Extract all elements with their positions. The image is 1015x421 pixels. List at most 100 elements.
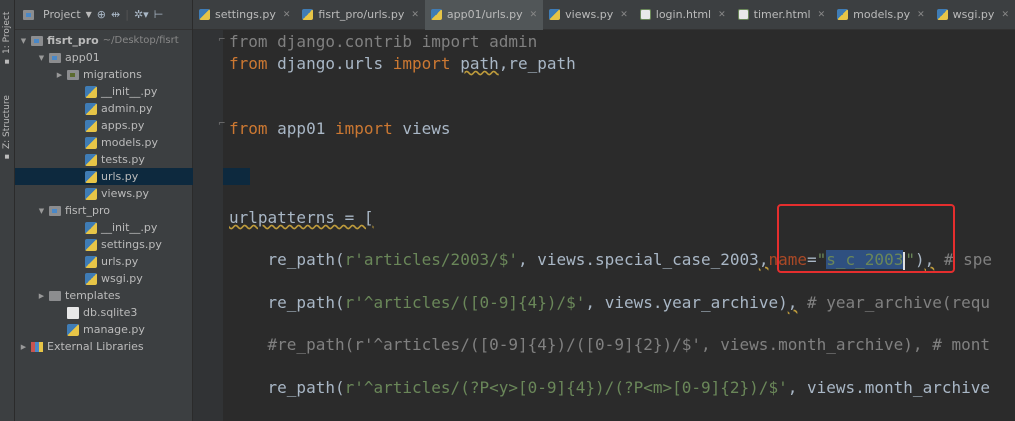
close-icon[interactable]: ✕ — [1001, 10, 1009, 20]
code-token: ,re_path — [498, 54, 576, 73]
code-line: from app01 import views — [229, 117, 451, 141]
structure-icon: ▪ — [2, 151, 12, 161]
python-file-icon — [936, 9, 948, 20]
globe-icon[interactable]: ⊕ — [97, 8, 106, 21]
tree-item-label: urls.py — [101, 170, 139, 183]
editor-tab[interactable]: wsgi.py ✕ — [931, 0, 1015, 30]
close-icon[interactable]: ✕ — [818, 10, 826, 20]
structure-tool-tab[interactable]: ▪ Z: Structure — [0, 92, 14, 164]
python-file-icon — [85, 119, 97, 132]
editor-tab[interactable]: views.py ✕ — [543, 0, 634, 30]
code-line: #re_path(r'^articles/([0-9]{4})/([0-9]{2… — [229, 333, 990, 357]
tree-item-label: settings.py — [101, 238, 162, 251]
code-token: app01 — [267, 119, 335, 138]
split-icon[interactable]: ⇹ — [111, 8, 120, 21]
python-file-icon — [302, 9, 314, 20]
tree-item-label: views.py — [101, 187, 150, 200]
tree-item-label: wsgi.py — [101, 272, 143, 285]
code-token: re_path( — [229, 250, 345, 269]
python-file-icon — [85, 238, 97, 251]
editor-tab-label: app01/urls.py — [446, 8, 523, 21]
editor-tab-label: wsgi.py — [952, 8, 995, 21]
close-icon[interactable]: ✕ — [411, 10, 419, 20]
editor-tab-label: fisrt_pro/urls.py — [318, 8, 405, 21]
collapsed-arrow-icon[interactable]: ▶ — [55, 71, 64, 79]
html-file-icon — [639, 9, 651, 20]
code-line: urlpatterns = [ — [229, 206, 374, 230]
tree-item-label: app01 — [65, 51, 100, 64]
code-token: re_path( — [229, 378, 345, 397]
library-icon — [31, 341, 43, 352]
project-tool-tab[interactable]: ▪ 1: Project — [0, 6, 14, 72]
code-token: from — [229, 54, 268, 73]
project-toolbar: Project ▼ ⊕ ⇹ | ✲▾ ⊢ — [15, 0, 192, 30]
tree-item-label: __init__.py — [101, 85, 158, 98]
python-file-icon — [85, 255, 97, 268]
code-token: , views.year_archive) — [585, 293, 788, 312]
editor-tab[interactable]: models.py ✕ — [831, 0, 931, 30]
project-tool-tab-label: 1: Project — [2, 11, 12, 55]
tree-item[interactable]: ▼ fisrt_pro ~/Desktop/fisrt — [15, 32, 196, 49]
code-token: from — [229, 119, 268, 138]
collapse-icon[interactable]: ⊢ — [154, 8, 164, 21]
structure-tool-tab-label: Z: Structure — [2, 95, 12, 149]
python-file-icon — [549, 9, 561, 20]
tool-window-strip: ▪ 1: Project ▪ Z: Structure — [0, 0, 15, 421]
tree-item[interactable]: ▶ templates — [15, 287, 214, 304]
project-view-selector[interactable]: Project — [43, 8, 81, 21]
editor-tab-label: views.py — [565, 8, 614, 21]
editor-tab[interactable]: app01/urls.py ✕ — [424, 0, 544, 30]
editor-tab[interactable]: settings.py ✕ — [193, 0, 296, 30]
chevron-down-icon[interactable]: ▼ — [86, 10, 92, 19]
python-file-icon — [837, 9, 849, 20]
tree-item-label: fisrt_pro — [47, 34, 99, 47]
project-panel: Project ▼ ⊕ ⇹ | ✲▾ ⊢ ▼ fisrt_pro ~/Desktop… — [15, 0, 250, 421]
tree-item-label: manage.py — [83, 323, 145, 336]
folder-icon — [67, 69, 79, 80]
expanded-arrow-icon[interactable]: ▼ — [37, 207, 46, 215]
tree-item-label: db.sqlite3 — [83, 306, 138, 319]
python-file-icon — [430, 9, 442, 20]
tree-item[interactable]: ▼ fisrt_pro — [15, 202, 214, 219]
code-token: django.urls — [267, 54, 393, 73]
code-token: , views.special_case_2003 — [517, 250, 759, 269]
editor-tab[interactable]: login.html ✕ — [634, 0, 732, 30]
tree-item-label: External Libraries — [47, 340, 144, 353]
folder-icon: ▪ — [2, 57, 12, 67]
annotation-highlight-box — [777, 204, 955, 273]
editor-tab-label: login.html — [655, 8, 712, 21]
collapsed-arrow-icon[interactable]: ▶ — [37, 292, 46, 300]
close-icon[interactable]: ✕ — [283, 10, 291, 20]
editor-tab[interactable]: timer.html ✕ — [732, 0, 831, 30]
editor-gutter: ⌐ ⌐ — [193, 30, 226, 421]
folder-icon — [49, 205, 61, 216]
tree-item[interactable]: ▼ app01 — [15, 49, 214, 66]
tree-item-label: admin.py — [101, 102, 153, 115]
python-file-icon — [85, 272, 97, 285]
tree-item-label: migrations — [83, 68, 142, 81]
python-file-icon — [85, 85, 97, 98]
close-icon[interactable]: ✕ — [620, 10, 628, 20]
expanded-arrow-icon[interactable]: ▼ — [37, 54, 46, 62]
python-file-icon — [85, 136, 97, 149]
tree-item[interactable]: ▶ External Libraries — [15, 338, 196, 355]
code-token: import — [392, 54, 451, 73]
code-token: r'^articles/(?P<y>[0-9]{4})/(?P<m>[0-9]{… — [344, 378, 788, 397]
close-icon[interactable]: ✕ — [718, 10, 726, 20]
tree-item-label: fisrt_pro — [65, 204, 110, 217]
python-file-icon — [85, 153, 97, 166]
close-icon[interactable]: ✕ — [917, 10, 925, 20]
tree-item-path: ~/Desktop/fisrt — [102, 35, 179, 46]
project-view-icon — [23, 9, 34, 20]
close-icon[interactable]: ✕ — [530, 10, 538, 20]
python-file-icon — [85, 221, 97, 234]
editor-tab[interactable]: fisrt_pro/urls.py ✕ — [296, 0, 425, 30]
python-file-icon — [85, 170, 97, 183]
code-token: from django.contrib import admin — [229, 32, 538, 51]
collapsed-arrow-icon[interactable]: ▶ — [19, 343, 28, 351]
expanded-arrow-icon[interactable]: ▼ — [19, 37, 28, 45]
tree-item-label: apps.py — [101, 119, 145, 132]
code-token: path — [460, 54, 499, 73]
settings-icon[interactable]: ✲▾ — [134, 8, 149, 21]
